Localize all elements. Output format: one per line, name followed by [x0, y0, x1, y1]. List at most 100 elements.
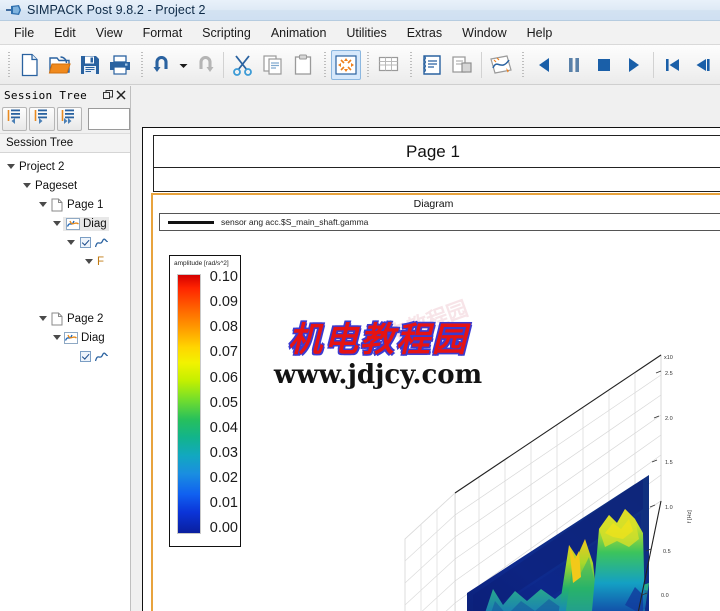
legend-line-swatch: [168, 220, 214, 224]
surface-plot-3d[interactable]: x10 2.5 2.0 1.5 1.0 0.5 0.0 f [Hz]: [403, 333, 720, 611]
menu-file[interactable]: File: [4, 23, 44, 43]
new-document-icon: [19, 53, 41, 77]
tree-node-pageset[interactable]: Pageset: [0, 176, 130, 195]
toolbar-grip[interactable]: [5, 51, 12, 78]
diagram-container[interactable]: Diagram sensor ang acc.$S_main_shaft.gam…: [151, 193, 720, 611]
simpack-icon: [5, 3, 23, 17]
document-area[interactable]: Page 1 Diagram sensor ang acc.$S_main_sh…: [131, 86, 720, 611]
skip-start-icon: [664, 56, 682, 74]
toolbar-separator-1: [223, 51, 224, 78]
tree-node-diagram-2[interactable]: Diag: [0, 328, 130, 347]
restore-window-icon[interactable]: [101, 89, 114, 102]
expand-triangle-icon[interactable]: [82, 259, 95, 264]
undo-button[interactable]: [148, 50, 178, 80]
expand-triangle-icon[interactable]: [36, 202, 49, 207]
menu-animation[interactable]: Animation: [261, 23, 337, 43]
move-arrange-button[interactable]: [331, 49, 361, 80]
redo-button[interactable]: [189, 50, 219, 80]
page-layout-icon: [421, 54, 443, 76]
page-icon: [49, 312, 65, 326]
tree-node-label: Diag: [81, 331, 105, 344]
copy-button[interactable]: [258, 50, 288, 80]
colorbar-panel: amplitude [rad/s^2] 0.10 0.09 0.08 0.07 …: [169, 255, 241, 547]
open-folder-icon: [48, 54, 72, 76]
move-arrows-icon: [335, 54, 357, 75]
menu-utilities[interactable]: Utilities: [336, 23, 396, 43]
undo-dropdown-button[interactable]: [178, 50, 189, 80]
expand-tree-icon: [34, 108, 50, 129]
play-icon: [626, 56, 642, 74]
plot-grid-left: [404, 492, 456, 611]
table-button[interactable]: [374, 50, 404, 80]
toolbar-grip-3[interactable]: [321, 51, 328, 78]
page-split-button[interactable]: [447, 50, 477, 80]
step-prev-button[interactable]: [688, 50, 718, 80]
diagram-icon: [65, 217, 81, 230]
page-subheader-strip: [153, 168, 720, 192]
page-layout-button[interactable]: [417, 50, 447, 80]
main-body: Session Tree Session Tree Project 2 Page…: [0, 86, 720, 611]
colorbar-tick: 0.08: [209, 319, 238, 336]
tree-node-project[interactable]: Project 2: [0, 157, 130, 176]
new-document-button[interactable]: [15, 50, 45, 80]
open-file-button[interactable]: [45, 50, 75, 80]
curve-checkbox[interactable]: [77, 237, 93, 248]
toolbar-grip-4[interactable]: [364, 51, 371, 78]
toolbar-grip-6[interactable]: [519, 51, 526, 78]
expand-triangle-icon[interactable]: [50, 335, 63, 340]
tree-node-curve-2[interactable]: [0, 347, 130, 366]
menu-view[interactable]: View: [86, 23, 133, 43]
close-icon[interactable]: [114, 89, 127, 102]
chevron-down-icon: [179, 56, 188, 74]
session-tree[interactable]: Project 2 Pageset Page 1 Diag F Page 2 D…: [0, 153, 130, 611]
menu-scripting[interactable]: Scripting: [192, 23, 261, 43]
play-button[interactable]: [619, 50, 649, 80]
expand-triangle-icon[interactable]: [20, 183, 33, 188]
tree-node-curve-1[interactable]: [0, 233, 130, 252]
menu-window[interactable]: Window: [452, 23, 516, 43]
copy-pages-icon: [262, 54, 284, 76]
tree-node-f[interactable]: F: [0, 252, 130, 271]
expand-triangle-icon[interactable]: [64, 240, 77, 245]
collapse-tree-button[interactable]: [2, 106, 28, 131]
page-icon: [49, 198, 65, 212]
curve-checkbox[interactable]: [77, 351, 93, 362]
curve-edit-button[interactable]: [486, 50, 516, 80]
toolbar-grip-5[interactable]: [407, 51, 414, 78]
legend-label: sensor ang acc.$S_main_shaft.gamma: [221, 217, 369, 227]
tree-node-diagram-1[interactable]: Diag: [0, 214, 130, 233]
skip-start-button[interactable]: [658, 50, 688, 80]
print-button[interactable]: [105, 50, 135, 80]
svg-text:x10: x10: [664, 355, 673, 361]
expand-tree-button[interactable]: [29, 106, 55, 131]
page-sheet[interactable]: Page 1 Diagram sensor ang acc.$S_main_sh…: [142, 127, 720, 611]
tree-filter-input[interactable]: [87, 107, 130, 130]
window-title: SIMPACK Post 9.8.2 - Project 2: [27, 3, 206, 17]
stop-icon: [596, 56, 612, 74]
expand-triangle-icon[interactable]: [4, 164, 17, 169]
curve-icon: [93, 238, 109, 248]
tree-spacer-2: [0, 290, 130, 309]
menu-edit[interactable]: Edit: [44, 23, 86, 43]
dock-title-bar: Session Tree: [0, 86, 130, 104]
menu-extras[interactable]: Extras: [397, 23, 452, 43]
menu-format[interactable]: Format: [133, 23, 193, 43]
stop-button[interactable]: [589, 50, 619, 80]
step-back-button[interactable]: [529, 50, 559, 80]
tree-node-page-1[interactable]: Page 1: [0, 195, 130, 214]
pause-button[interactable]: [559, 50, 589, 80]
expand-all-tree-button[interactable]: [56, 106, 82, 131]
curve-icon: [93, 352, 109, 362]
tree-node-page-2[interactable]: Page 2: [0, 309, 130, 328]
save-button[interactable]: [75, 50, 105, 80]
menu-help[interactable]: Help: [517, 23, 563, 43]
cut-button[interactable]: [228, 50, 258, 80]
session-tree-toolbar: [0, 104, 130, 134]
expand-triangle-icon[interactable]: [50, 221, 63, 226]
svg-text:2.5: 2.5: [665, 371, 673, 377]
toolbar-grip-2[interactable]: [138, 51, 145, 78]
paste-button[interactable]: [288, 50, 318, 80]
expand-triangle-icon[interactable]: [36, 316, 49, 321]
colorbar-title: amplitude [rad/s^2]: [174, 260, 229, 267]
page-title: Page 1: [406, 141, 460, 161]
